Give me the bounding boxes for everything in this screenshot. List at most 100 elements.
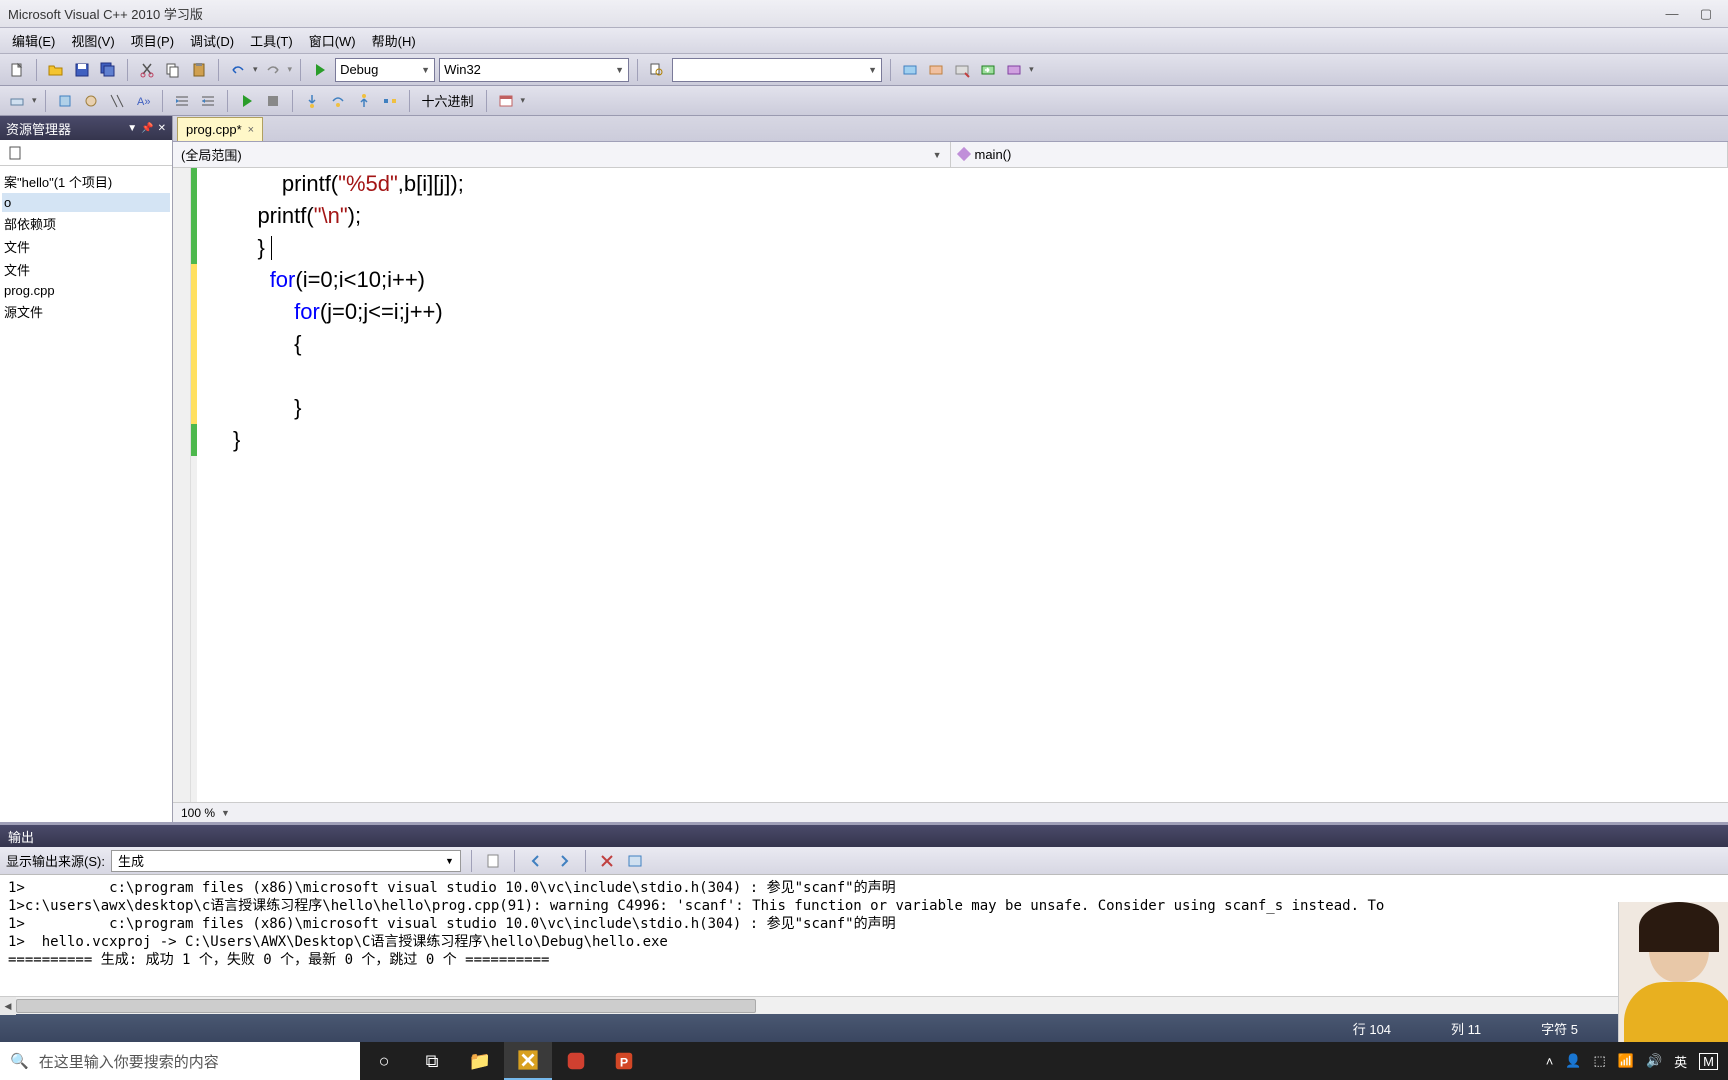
scope-right-combo[interactable]: main() <box>951 142 1728 167</box>
vs-taskbar-icon[interactable] <box>504 1042 552 1080</box>
panel-dropdown-icon[interactable]: ▼ <box>127 123 137 134</box>
search-placeholder: 在这里输入你要搜索的内容 <box>39 1051 219 1072</box>
ime-lang[interactable]: 英 <box>1674 1052 1687 1071</box>
open-icon[interactable] <box>45 59 67 81</box>
copy-icon[interactable] <box>162 59 184 81</box>
solution-node[interactable]: 案"hello"(1 个项目) <box>2 170 170 193</box>
panel-close-icon[interactable]: ✕ <box>158 123 166 134</box>
stop-debug-icon[interactable] <box>262 90 284 112</box>
taskbar-search[interactable]: 🔍 在这里输入你要搜索的内容 <box>0 1042 360 1080</box>
tree-node[interactable]: 文件 <box>2 235 170 258</box>
solution-tree[interactable]: 案"hello"(1 个项目) o 部依赖项 文件 文件 prog.cpp 源文… <box>0 166 172 822</box>
menu-help[interactable]: 帮助(H) <box>364 28 424 53</box>
tree-node[interactable]: 文件 <box>2 258 170 281</box>
tool-b-icon[interactable] <box>54 90 76 112</box>
code-text[interactable]: printf("%5d",b[i][j]); printf("\n"); } f… <box>197 168 1728 802</box>
output-prev-icon[interactable] <box>525 850 547 872</box>
status-bar: 行 104 列 11 字符 5 <box>0 1014 1728 1042</box>
tool-e-icon[interactable]: A» <box>132 90 154 112</box>
tree-node[interactable]: 源文件 <box>2 300 170 323</box>
scroll-left-icon[interactable]: ◀ <box>0 997 16 1015</box>
ime-mode[interactable]: M <box>1699 1053 1718 1070</box>
indent-icon[interactable] <box>171 90 193 112</box>
minimize-button[interactable]: — <box>1658 4 1686 24</box>
output-title: 输出 <box>0 825 1728 847</box>
find-combo[interactable]: ▼ <box>672 58 882 82</box>
output-from-label: 显示输出来源(S): <box>6 851 105 870</box>
editor-zone: prog.cpp* × (全局范围)▼ main() printf("%5d",… <box>173 116 1728 822</box>
main-toolbar: ▾ ▾ Debug▼ Win32▼ ▼ ▾ <box>0 54 1728 86</box>
config-combo[interactable]: Debug▼ <box>335 58 435 82</box>
step-into-icon[interactable] <box>301 90 323 112</box>
outdent-icon[interactable] <box>197 90 219 112</box>
start-debug-icon[interactable] <box>236 90 258 112</box>
ext5-icon[interactable] <box>1003 59 1025 81</box>
window-icon[interactable] <box>495 90 517 112</box>
tray-up-icon[interactable]: ˄ <box>1546 1054 1554 1069</box>
menu-window[interactable]: 窗口(W) <box>301 28 364 53</box>
ext1-icon[interactable] <box>899 59 921 81</box>
svg-text:A»: A» <box>137 96 150 108</box>
properties-icon[interactable] <box>4 142 26 164</box>
run-icon[interactable] <box>309 59 331 81</box>
panel-pin-icon[interactable]: 📌 <box>141 123 153 134</box>
title-bar: Microsoft Visual C++ 2010 学习版 — ▢ <box>0 0 1728 28</box>
status-line: 行 104 <box>1353 1019 1391 1038</box>
explorer-icon[interactable]: 📁 <box>456 1042 504 1080</box>
code-editor[interactable]: printf("%5d",b[i][j]); printf("\n"); } f… <box>173 168 1728 802</box>
paste-icon[interactable] <box>188 59 210 81</box>
save-all-icon[interactable] <box>97 59 119 81</box>
tree-node[interactable]: 部依赖项 <box>2 212 170 235</box>
redo-icon[interactable] <box>262 59 284 81</box>
menu-view[interactable]: 视图(V) <box>63 28 122 53</box>
scroll-thumb[interactable] <box>16 999 756 1013</box>
find-in-files-icon[interactable] <box>646 59 668 81</box>
output-clear-icon[interactable] <box>596 850 618 872</box>
step-over-icon[interactable] <box>327 90 349 112</box>
menu-edit[interactable]: 编辑(E) <box>4 28 63 53</box>
tool-a-icon[interactable] <box>6 90 28 112</box>
output-wrap-icon[interactable] <box>624 850 646 872</box>
output-next-icon[interactable] <box>553 850 575 872</box>
output-tool1-icon[interactable] <box>482 850 504 872</box>
document-tabs: prog.cpp* × <box>173 116 1728 142</box>
save-icon[interactable] <box>71 59 93 81</box>
platform-combo[interactable]: Win32▼ <box>439 58 629 82</box>
output-source-combo[interactable]: 生成▼ <box>111 850 461 872</box>
tray-wifi-icon[interactable]: 📶 <box>1618 1053 1634 1069</box>
new-icon[interactable] <box>6 59 28 81</box>
tree-node-file[interactable]: prog.cpp <box>2 281 170 300</box>
system-tray: ˄ 👤 ⬚ 📶 🔊 英 M <box>1546 1052 1718 1071</box>
powerpoint-icon[interactable]: P <box>600 1042 648 1080</box>
ext4-icon[interactable] <box>977 59 999 81</box>
tray-vol-icon[interactable]: 🔊 <box>1646 1053 1662 1069</box>
file-tab[interactable]: prog.cpp* × <box>177 117 263 141</box>
step-out-icon[interactable] <box>353 90 375 112</box>
tray-people-icon[interactable]: 👤 <box>1565 1053 1581 1069</box>
cut-icon[interactable] <box>136 59 158 81</box>
ext3-icon[interactable] <box>951 59 973 81</box>
menu-tools[interactable]: 工具(T) <box>242 28 301 53</box>
maximize-button[interactable]: ▢ <box>1692 4 1720 24</box>
step-icon[interactable] <box>379 90 401 112</box>
solution-explorer: 资源管理器 ▼📌✕ 案"hello"(1 个项目) o 部依赖项 文件 文件 p… <box>0 116 173 822</box>
gutter <box>173 168 191 802</box>
close-tab-icon[interactable]: × <box>248 124 254 136</box>
debug-toolbar: ▾ A» 十六进制 ▾ <box>0 86 1728 116</box>
output-scrollbar[interactable]: ◀ ▶ <box>0 996 1728 1014</box>
menu-project[interactable]: 项目(P) <box>123 28 182 53</box>
tool-c-icon[interactable] <box>80 90 102 112</box>
app1-icon[interactable] <box>552 1042 600 1080</box>
scope-left-combo[interactable]: (全局范围)▼ <box>173 142 951 167</box>
tool-d-icon[interactable] <box>106 90 128 112</box>
tree-node[interactable]: o <box>2 193 170 212</box>
zoom-value[interactable]: 100 % <box>181 806 215 820</box>
cortana-icon[interactable]: ○ <box>360 1042 408 1080</box>
hex-label[interactable]: 十六进制 <box>418 91 478 110</box>
ext2-icon[interactable] <box>925 59 947 81</box>
taskview-icon[interactable]: ⧉ <box>408 1042 456 1080</box>
output-text[interactable]: 1> c:\program files (x86)\microsoft visu… <box>0 875 1728 996</box>
tray-net-icon[interactable]: ⬚ <box>1593 1053 1605 1069</box>
undo-icon[interactable] <box>227 59 249 81</box>
menu-debug[interactable]: 调试(D) <box>182 28 242 53</box>
